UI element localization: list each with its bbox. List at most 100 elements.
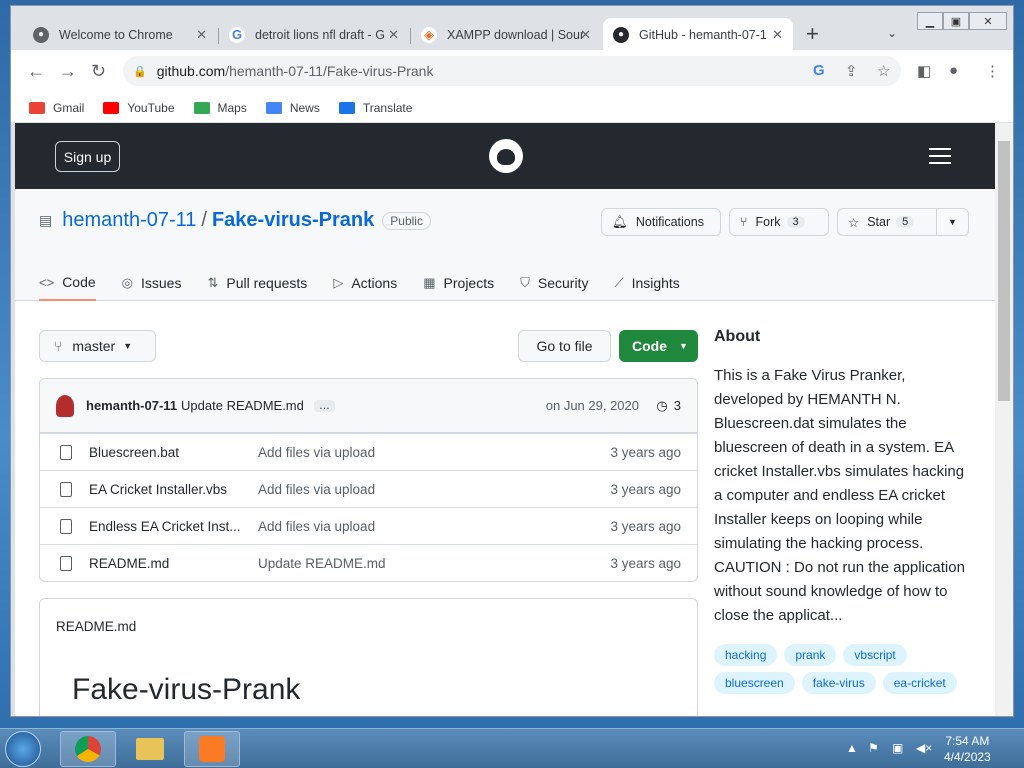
new-tab-button[interactable]: +	[806, 22, 819, 46]
star-dropdown-button[interactable]: ▼	[936, 208, 969, 236]
taskbar-explorer[interactable]	[122, 731, 178, 767]
table-row[interactable]: EA Cricket Installer.vbs Add files via up…	[40, 470, 697, 507]
notifications-button[interactable]: 🔔︎ Notifications	[601, 208, 721, 236]
network-icon[interactable]: ▣	[892, 741, 903, 755]
show-hidden-icons[interactable]: ▲	[846, 741, 858, 755]
bookmark-label: News	[289, 101, 320, 115]
system-clock[interactable]: 7:54 AM 4/4/2023	[944, 733, 991, 765]
bookmark-youtube[interactable]: YouTube	[103, 101, 175, 115]
tab-code[interactable]: <> Code	[39, 265, 96, 301]
bookmark-translate[interactable]: Translate	[338, 101, 412, 115]
scrollbar-thumb[interactable]	[998, 141, 1010, 401]
close-icon[interactable]: ✕	[388, 27, 399, 43]
code-dropdown-button[interactable]: Code ▼	[619, 330, 698, 362]
start-button[interactable]	[5, 731, 41, 767]
page-scrollbar[interactable]	[995, 123, 1013, 716]
tab-github[interactable]: ● GitHub - hemanth-07-1 ✕	[603, 18, 793, 51]
chrome-window: ● Welcome to Chrome ✕ G detroit lions nf…	[10, 5, 1014, 717]
tab-title: detroit lions nfl draft - G	[255, 27, 385, 42]
caret-down-icon: ▼	[948, 217, 957, 227]
github-header: Sign up	[15, 123, 995, 189]
side-panel-icon[interactable]: ◧	[917, 62, 931, 80]
repo-name-link[interactable]: Fake-virus-Prank	[212, 209, 374, 232]
share-icon[interactable]: ⇪	[845, 62, 858, 80]
avatar[interactable]	[56, 394, 74, 417]
file-commit-message[interactable]: Add files via upload	[258, 445, 375, 460]
minimize-button[interactable]: ▁	[917, 12, 943, 30]
topic-tag[interactable]: ea-cricket	[882, 672, 957, 694]
google-lens-icon[interactable]: G	[813, 62, 825, 79]
file-commit-message[interactable]: Add files via upload	[258, 519, 375, 534]
tab-google-search[interactable]: G detroit lions nfl draft - G ✕	[219, 18, 409, 51]
menu-dots-icon[interactable]: ⋮	[985, 62, 1000, 80]
table-row[interactable]: Endless EA Cricket Inst... Add files via …	[40, 507, 697, 544]
repo-title: ▤ hemanth-07-11 / Fake-virus-Prank Publi…	[39, 209, 431, 232]
github-logo-icon[interactable]	[489, 139, 523, 173]
bookmark-label: Maps	[217, 101, 247, 115]
tab-pull-requests[interactable]: ⇅ Pull requests	[207, 265, 307, 301]
table-row[interactable]: Bluescreen.bat Add files via upload 3 year…	[40, 433, 697, 470]
topic-tag[interactable]: hacking	[714, 644, 778, 666]
file-age: 3 years ago	[610, 444, 681, 460]
tab-xampp[interactable]: ◈ XAMPP download | Sour ✕	[411, 18, 601, 51]
topic-tag[interactable]: vbscript	[843, 644, 907, 666]
caret-down-icon: ▼	[123, 341, 133, 351]
commit-expand-button[interactable]: …	[313, 399, 335, 412]
hamburger-menu-icon[interactable]	[929, 148, 951, 169]
topic-tag[interactable]: bluescreen	[714, 672, 795, 694]
file-name[interactable]: EA Cricket Installer.vbs	[89, 482, 258, 497]
star-button[interactable]: ☆ Star 5	[837, 208, 937, 236]
bookmark-gmail[interactable]: Gmail	[29, 101, 84, 115]
taskbar-chrome[interactable]	[60, 731, 116, 767]
star-label: Star	[867, 215, 891, 229]
table-icon: ▦	[423, 275, 436, 290]
file-commit-message[interactable]: Update README.md	[258, 556, 386, 571]
action-center-icon[interactable]: ⚑	[868, 741, 879, 755]
branch-selector[interactable]: ⑂ master ▼	[39, 330, 156, 362]
caret-down-icon: ▼	[679, 341, 688, 351]
topic-tag[interactable]: fake-virus	[801, 672, 876, 694]
close-icon[interactable]: ✕	[772, 27, 783, 43]
bookmark-star-icon[interactable]: ☆	[877, 62, 890, 80]
maximize-button[interactable]: ▣	[943, 12, 969, 30]
branch-icon: ⑂	[54, 338, 63, 354]
tab-security[interactable]: ⛉ Security	[520, 265, 588, 301]
commit-date[interactable]: on Jun 29, 2020	[546, 398, 639, 413]
close-icon[interactable]: ✕	[196, 27, 207, 43]
profile-icon[interactable]: ●	[949, 62, 958, 79]
file-commit-message[interactable]: Add files via upload	[258, 482, 375, 497]
bookmark-maps[interactable]: Maps	[193, 101, 247, 115]
fork-count: 3	[786, 216, 805, 228]
file-name[interactable]: README.md	[89, 556, 258, 571]
sign-up-button[interactable]: Sign up	[55, 141, 120, 172]
tab-welcome[interactable]: ● Welcome to Chrome ✕	[23, 18, 217, 51]
commit-message[interactable]: Update README.md	[181, 398, 304, 413]
taskbar-xampp[interactable]	[184, 731, 240, 767]
play-icon: ▷	[333, 275, 344, 290]
commit-author[interactable]: hemanth-07-11	[86, 398, 177, 413]
close-icon[interactable]: ✕	[580, 27, 591, 43]
back-arrow-icon[interactable]: ←	[27, 61, 45, 82]
file-name[interactable]: Endless EA Cricket Inst...	[89, 519, 258, 534]
forward-arrow-icon[interactable]: →	[59, 61, 77, 82]
window-close-button[interactable]: ✕	[969, 12, 1007, 30]
repo-owner-link[interactable]: hemanth-07-11	[62, 209, 196, 232]
tab-actions[interactable]: ▷ Actions	[333, 265, 397, 301]
tab-issues[interactable]: ◎ Issues	[122, 265, 182, 301]
tab-insights[interactable]: ⟋ Insights	[614, 265, 679, 301]
tab-projects[interactable]: ▦ Projects	[423, 265, 494, 301]
table-row[interactable]: README.md Update README.md 3 years ago	[40, 544, 697, 581]
pull-request-icon: ⇅	[207, 275, 219, 290]
fork-button[interactable]: ⑂ Fork 3	[729, 208, 829, 236]
bookmark-news[interactable]: News	[265, 101, 320, 115]
readme-box: README.md Fake-virus-Prank	[39, 598, 698, 716]
reload-icon[interactable]: ↻	[91, 61, 106, 82]
address-bar[interactable]: 🔒 github.com/hemanth-07-11/Fake-virus-Pr…	[123, 56, 901, 86]
go-to-file-button[interactable]: Go to file	[518, 330, 611, 362]
tab-search-icon[interactable]: ⌄	[887, 26, 897, 40]
file-name[interactable]: Bluescreen.bat	[89, 445, 258, 460]
repo-nav: <> Code ◎ Issues ⇅ Pull requests ▷ Actions ▦…	[39, 265, 706, 301]
commit-history[interactable]: ◷ 3	[656, 398, 681, 414]
topic-tag[interactable]: prank	[784, 644, 837, 666]
volume-icon[interactable]: ◀×	[916, 741, 932, 755]
